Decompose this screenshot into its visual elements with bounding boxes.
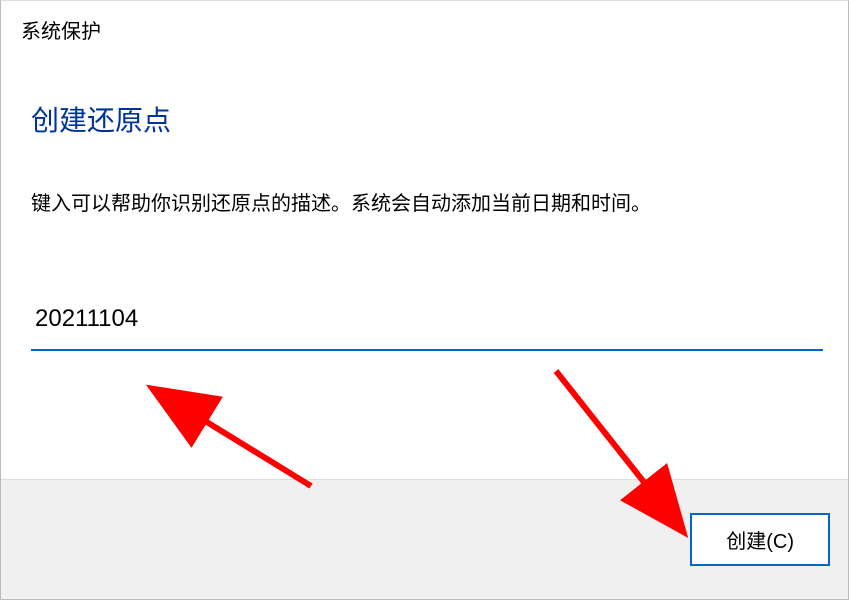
restore-point-description-input[interactable]	[31, 299, 823, 351]
create-button[interactable]: 创建(C)	[690, 513, 830, 566]
arrow-to-input	[197, 416, 311, 486]
dialog-window: 系统保护 创建还原点 键入可以帮助你识别还原点的描述。系统会自动添加当前日期和时…	[0, 0, 849, 600]
dialog-heading: 创建还原点	[31, 99, 823, 139]
dialog-description: 键入可以帮助你识别还原点的描述。系统会自动添加当前日期和时间。	[31, 189, 823, 219]
window-title: 系统保护	[1, 1, 848, 44]
dialog-footer: 创建(C)	[1, 479, 848, 599]
arrow-to-create-button	[556, 371, 651, 491]
content-area: 创建还原点 键入可以帮助你识别还原点的描述。系统会自动添加当前日期和时间。	[1, 44, 848, 351]
